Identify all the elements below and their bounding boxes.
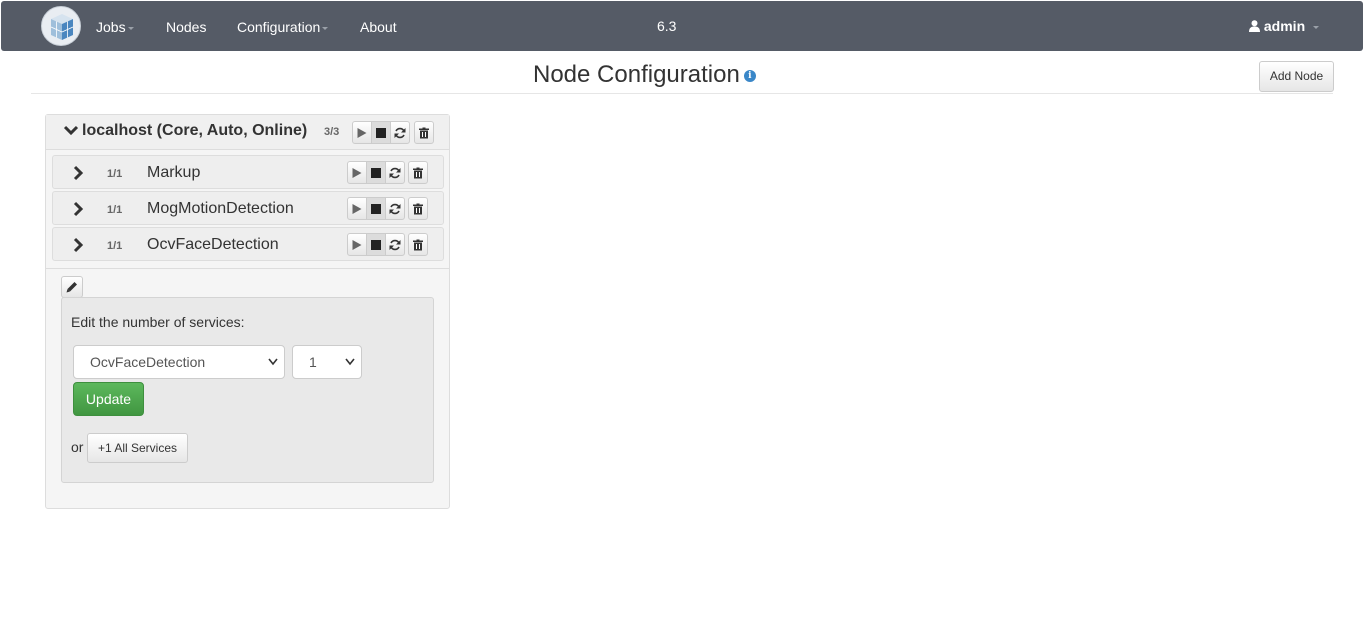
version-label: 6.3 (657, 18, 677, 34)
stop-button[interactable] (366, 197, 386, 220)
node-controls (352, 121, 410, 144)
or-label: or (71, 439, 84, 455)
restart-button[interactable] (385, 233, 405, 256)
stop-button[interactable] (366, 233, 386, 256)
service-delete-group (408, 161, 428, 184)
refresh-icon (389, 239, 401, 250)
trash-icon (413, 239, 423, 250)
service-count: 1/1 (107, 168, 123, 180)
service-row: 1/1 Markup (52, 155, 444, 189)
play-button[interactable] (347, 161, 367, 184)
info-icon[interactable]: i (743, 69, 756, 82)
restart-button[interactable] (385, 197, 405, 220)
cube-logo-icon[interactable] (41, 6, 81, 46)
service-controls (347, 233, 405, 256)
edit-button[interactable] (61, 276, 83, 298)
stop-icon (371, 203, 381, 214)
play-icon (352, 239, 362, 250)
trash-icon (413, 203, 423, 214)
play-button[interactable] (352, 121, 372, 144)
node-delete-group (414, 121, 434, 144)
trash-icon (419, 127, 429, 138)
title-divider (31, 93, 1333, 94)
delete-service-button[interactable] (408, 161, 428, 184)
node-header: localhost (Core, Auto, Online) 3/3 (46, 115, 449, 150)
chevron-down-icon[interactable] (63, 123, 79, 139)
nav-about[interactable]: About (360, 18, 397, 36)
chevron-right-icon[interactable] (71, 165, 85, 181)
update-button[interactable]: Update (73, 382, 144, 416)
page-title: Node Configuration i (533, 61, 756, 89)
service-name: MogMotionDetection (147, 200, 294, 217)
service-delete-group (408, 233, 428, 256)
edit-services-label: Edit the number of services: (71, 314, 245, 330)
play-button[interactable] (347, 233, 367, 256)
node-count: 3/3 (324, 126, 340, 138)
nav-configuration[interactable]: Configuration (237, 18, 329, 36)
user-menu[interactable]: admin (1249, 18, 1320, 34)
chevron-down-icon (268, 358, 278, 366)
caret-down-icon (322, 26, 329, 30)
service-count: 1/1 (107, 240, 123, 252)
stop-icon (376, 127, 386, 138)
delete-service-button[interactable] (408, 197, 428, 220)
service-count-select[interactable]: 1 (292, 345, 362, 379)
chevron-right-icon[interactable] (71, 201, 85, 217)
node-title: localhost (Core, Auto, Online) (82, 122, 308, 139)
service-controls (347, 197, 405, 220)
refresh-icon (394, 127, 406, 138)
nav-jobs[interactable]: Jobs (96, 18, 134, 36)
nav-nodes[interactable]: Nodes (166, 18, 206, 36)
caret-down-icon (1313, 25, 1320, 29)
chevron-down-icon (345, 358, 355, 366)
service-controls (347, 161, 405, 184)
play-icon (352, 167, 362, 178)
top-navbar: Jobs Nodes Configuration About 6.3 admin (1, 1, 1363, 51)
delete-service-button[interactable] (408, 233, 428, 256)
stop-button[interactable] (366, 161, 386, 184)
service-name: OcvFaceDetection (147, 236, 279, 253)
restart-button[interactable] (390, 121, 410, 144)
add-node-button[interactable]: Add Node (1259, 61, 1334, 92)
chevron-right-icon[interactable] (71, 237, 85, 253)
play-button[interactable] (347, 197, 367, 220)
stop-icon (371, 239, 381, 250)
node-panel: localhost (Core, Auto, Online) 3/3 1/1 M… (45, 114, 450, 509)
user-icon (1249, 20, 1260, 32)
service-row: 1/1 MogMotionDetection (52, 191, 444, 225)
edit-services-panel: Edit the number of services: OcvFaceDete… (61, 297, 434, 483)
refresh-icon (389, 167, 401, 178)
stop-button[interactable] (371, 121, 391, 144)
play-icon (352, 203, 362, 214)
service-select[interactable]: OcvFaceDetection (73, 345, 285, 379)
panel-divider (46, 268, 449, 269)
add-all-services-button[interactable]: +1 All Services (87, 433, 188, 463)
restart-button[interactable] (385, 161, 405, 184)
caret-down-icon (127, 26, 134, 30)
play-icon (357, 127, 367, 138)
service-count: 1/1 (107, 204, 123, 216)
trash-icon (413, 167, 423, 178)
service-delete-group (408, 197, 428, 220)
service-row: 1/1 OcvFaceDetection (52, 227, 444, 261)
delete-node-button[interactable] (414, 121, 434, 144)
service-name: Markup (147, 164, 201, 181)
refresh-icon (389, 203, 401, 214)
pencil-icon (66, 282, 77, 293)
stop-icon (371, 167, 381, 178)
